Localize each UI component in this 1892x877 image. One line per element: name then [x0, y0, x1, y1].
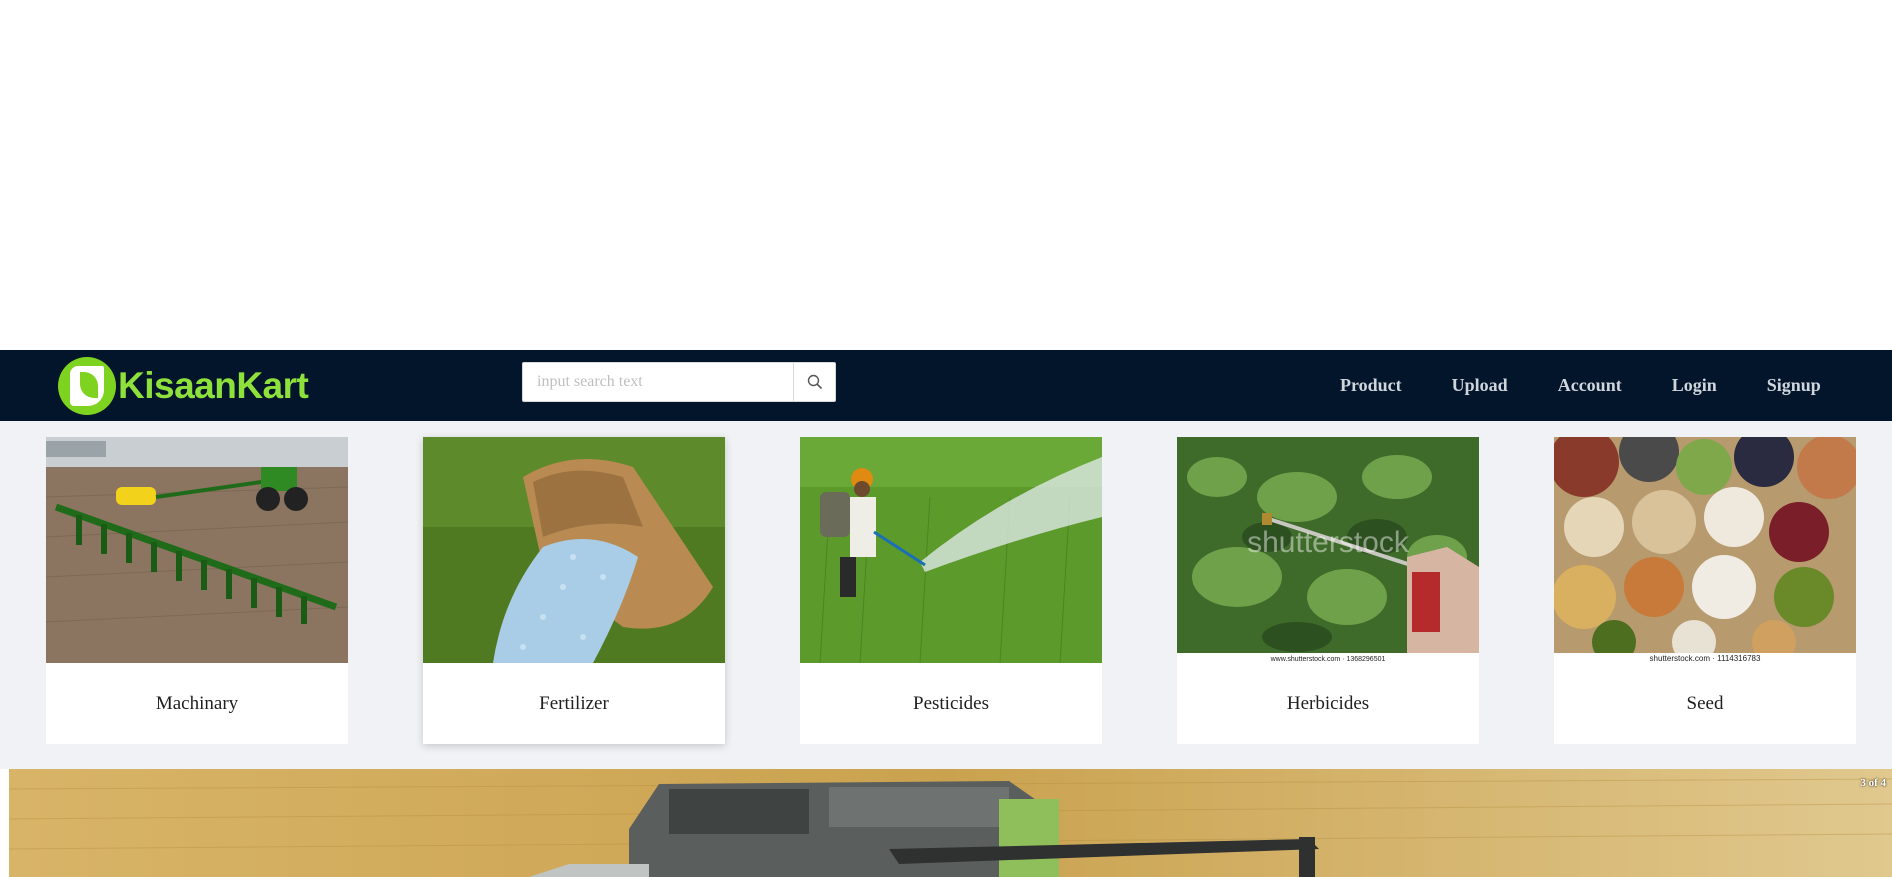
image-caption: shutterstock.com · 1114316783 [1650, 654, 1761, 663]
combine-harvester-image [9, 769, 1892, 877]
search-input[interactable] [523, 363, 793, 401]
nav-upload[interactable]: Upload [1452, 375, 1508, 396]
navbar: KisaanKart Product Upload Account Login … [0, 350, 1892, 421]
category-label: Machinary [155, 692, 239, 714]
category-section: Machinary Fertilizer Pesticides shutters… [0, 421, 1892, 769]
category-card-machinary[interactable]: Machinary [46, 437, 348, 744]
category-label: Fertilizer [539, 692, 609, 714]
nav-product[interactable]: Product [1340, 375, 1402, 396]
search-icon [807, 374, 822, 390]
category-card-pesticides[interactable]: Pesticides [800, 437, 1102, 744]
category-card-seed[interactable]: shutterstock.com · 1114316783 Seed [1554, 437, 1856, 744]
leaf-k-logo-icon [58, 357, 116, 415]
search-button[interactable] [793, 363, 835, 401]
category-label: Herbicides [1286, 692, 1370, 714]
farmer-spraying-image [800, 437, 1102, 663]
nav-account[interactable]: Account [1558, 375, 1622, 396]
brand-name: KisaanKart [118, 365, 309, 406]
category-card-fertilizer[interactable]: Fertilizer [423, 437, 725, 744]
image-caption: www.shutterstock.com · 1368296501 [1270, 656, 1386, 663]
category-card-herbicides[interactable]: shutterstock www.shutterstock.com · 1368… [1177, 437, 1479, 744]
fertilizer-sack-image [423, 437, 725, 663]
seed-assortment-image: shutterstock.com · 1114316783 [1554, 437, 1856, 663]
carousel-counter: 3 of 4 [1860, 777, 1886, 789]
category-label: Seed [1686, 692, 1724, 714]
planter-tractor-image [46, 437, 348, 663]
search-bar [522, 362, 836, 402]
herbicide-spray-image: shutterstock www.shutterstock.com · 1368… [1177, 437, 1479, 663]
nav-signup[interactable]: Signup [1767, 375, 1821, 396]
page-top-area [0, 0, 1892, 350]
image-watermark: shutterstock [1247, 526, 1410, 559]
brand-logo[interactable]: KisaanKart [58, 356, 309, 416]
category-label: Pesticides [913, 692, 989, 714]
nav-login[interactable]: Login [1672, 375, 1717, 396]
hero-carousel[interactable]: 3 of 4 [9, 769, 1892, 877]
main-nav: Product Upload Account Login Signup [1340, 350, 1821, 421]
